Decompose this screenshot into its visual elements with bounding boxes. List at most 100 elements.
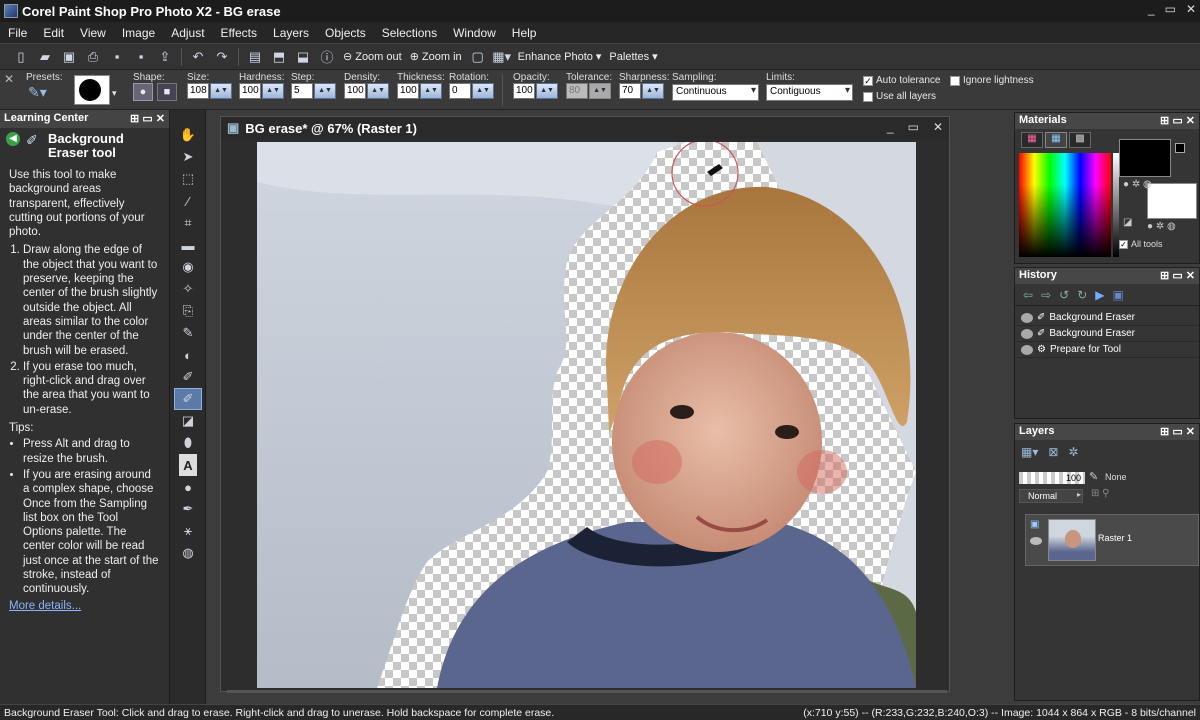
horizontal-scrollbar[interactable]: [227, 690, 947, 693]
redo-selected-icon[interactable]: ↻: [1077, 288, 1087, 302]
eye-icon[interactable]: [1021, 344, 1033, 355]
palettes-menu[interactable]: Palettes ▾: [605, 50, 661, 64]
history-item[interactable]: ✐ Background Eraser: [1015, 326, 1199, 342]
rotation-spinner[interactable]: ▲▼: [472, 83, 494, 99]
ignore-lightness-checkbox[interactable]: [950, 76, 960, 86]
background-color-swatch[interactable]: [1147, 183, 1197, 219]
import-icon[interactable]: ⬒: [268, 47, 290, 67]
layer-opacity-field[interactable]: 100: [1019, 472, 1085, 484]
texture-icons[interactable]: ● ✲ ◍: [1123, 179, 1152, 190]
eye-icon[interactable]: [1030, 537, 1042, 545]
sharpness-spinner[interactable]: ▲▼: [642, 83, 664, 99]
menu-adjust[interactable]: Adjust: [163, 26, 212, 40]
more-details-link[interactable]: More details...: [9, 600, 81, 612]
menu-file[interactable]: File: [0, 26, 35, 40]
tolerance-field[interactable]: 80: [566, 83, 588, 99]
step-field[interactable]: 5: [291, 83, 313, 99]
menu-selections[interactable]: Selections: [374, 26, 445, 40]
layer-row[interactable]: ▣ Raster 1: [1025, 514, 1199, 566]
use-all-layers-checkbox[interactable]: [863, 92, 873, 102]
paste-icon[interactable]: ▤: [244, 47, 266, 67]
zoom-out-button[interactable]: ⊖ Zoom out: [339, 50, 406, 64]
thickness-spinner[interactable]: ▲▼: [420, 83, 442, 99]
menu-edit[interactable]: Edit: [35, 26, 72, 40]
redo-history-icon[interactable]: ⇨: [1041, 288, 1051, 302]
frame-tab-icon[interactable]: ▦: [1021, 132, 1043, 148]
hardness-field[interactable]: 100: [239, 83, 261, 99]
rotation-field[interactable]: 0: [449, 83, 471, 99]
color-picker-spectrum[interactable]: [1019, 153, 1111, 257]
opacity-field[interactable]: 100: [513, 83, 535, 99]
tolerance-spinner[interactable]: ▲▼: [589, 83, 611, 99]
layer-properties-icon[interactable]: ✲: [1068, 445, 1078, 459]
size-spinner[interactable]: ▲▼: [210, 83, 232, 99]
close-button[interactable]: ✕: [1186, 2, 1196, 16]
menu-effects[interactable]: Effects: [213, 26, 265, 40]
rainbow-tab-icon[interactable]: ▦: [1045, 132, 1067, 148]
makeover-tool-icon[interactable]: ✧: [174, 278, 202, 300]
photo-canvas[interactable]: [257, 142, 916, 688]
doc-close-button[interactable]: ✕: [933, 120, 943, 134]
pen-tool-icon[interactable]: ✒: [174, 498, 202, 520]
enhance-photo-menu[interactable]: Enhance Photo ▾: [514, 50, 606, 64]
browse-icon[interactable]: ▣: [58, 47, 80, 67]
fit-window-icon[interactable]: ▢: [467, 47, 489, 67]
density-field[interactable]: 100: [344, 83, 366, 99]
restore-button[interactable]: ▭: [1165, 2, 1176, 16]
new-layer-icon[interactable]: ▦▾: [1021, 445, 1038, 459]
eye-icon[interactable]: [1021, 312, 1033, 323]
clear-history-icon[interactable]: ▣: [1112, 288, 1123, 302]
panel-controls[interactable]: ⊞ ▭ ✕: [1160, 425, 1195, 439]
menu-help[interactable]: Help: [504, 26, 545, 40]
undo-history-icon[interactable]: ⇦: [1023, 288, 1033, 302]
swap-colors-icon[interactable]: [1175, 143, 1185, 153]
dropper-tool-icon[interactable]: ⁄: [174, 190, 202, 212]
oil-brush-tool-icon[interactable]: ◍: [174, 542, 202, 564]
redo-icon[interactable]: ↷: [211, 47, 233, 67]
menu-window[interactable]: Window: [445, 26, 504, 40]
doc-minimize-button[interactable]: _: [887, 120, 894, 134]
lighten-tool-icon[interactable]: ◐: [174, 344, 202, 366]
hardness-spinner[interactable]: ▲▼: [262, 83, 284, 99]
panel-controls[interactable]: ⊞ ▭ ✕: [1160, 269, 1195, 283]
picture-tube-tool-icon[interactable]: ⬮: [174, 432, 202, 454]
eye-icon[interactable]: [1021, 328, 1033, 339]
panel-controls[interactable]: ⊞ ▭ ✕: [130, 112, 165, 126]
save-as-icon[interactable]: ▪: [130, 47, 152, 67]
crop-tool-icon[interactable]: ⌗: [174, 212, 202, 234]
save-icon[interactable]: ▪: [106, 47, 128, 67]
back-arrow-icon[interactable]: ◀: [6, 132, 20, 146]
text-tool-icon[interactable]: A: [179, 454, 197, 476]
smudge-tool-icon[interactable]: ✐: [174, 366, 202, 388]
auto-tolerance-checkbox[interactable]: ✓: [863, 76, 873, 86]
menu-image[interactable]: Image: [114, 26, 163, 40]
export-icon[interactable]: ⬓: [292, 47, 314, 67]
thickness-field[interactable]: 100: [397, 83, 419, 99]
minimize-button[interactable]: _: [1148, 2, 1155, 16]
clone-tool-icon[interactable]: ⎘: [174, 300, 202, 322]
layout-icon[interactable]: ▦▾: [491, 47, 513, 67]
null-material-icon[interactable]: ◪: [1123, 217, 1132, 228]
limits-select[interactable]: Contiguous: [766, 84, 853, 101]
background-eraser-tool-icon[interactable]: ✐: [174, 388, 202, 410]
pick-tool-icon[interactable]: ➤: [174, 146, 202, 168]
new-file-icon[interactable]: ▯: [10, 47, 32, 67]
preset-shape-tool-icon[interactable]: ●: [174, 476, 202, 498]
square-shape-button[interactable]: ■: [157, 83, 177, 101]
share-icon[interactable]: ⇪: [154, 47, 176, 67]
sharpness-field[interactable]: 70: [619, 83, 641, 99]
panel-controls[interactable]: ⊞ ▭ ✕: [1160, 114, 1195, 128]
selection-tool-icon[interactable]: ⬚: [174, 168, 202, 190]
undo-selected-icon[interactable]: ↺: [1059, 288, 1069, 302]
history-item[interactable]: ⚙ Prepare for Tool: [1015, 342, 1199, 358]
warp-brush-tool-icon[interactable]: ⚹: [174, 520, 202, 542]
zoom-in-button[interactable]: ⊕ Zoom in: [406, 50, 466, 64]
preset-brush-icon[interactable]: ✎▾: [28, 84, 58, 104]
all-tools-checkbox[interactable]: ✓: [1119, 240, 1128, 249]
brush-tip-preview[interactable]: [74, 75, 110, 105]
delete-layer-icon[interactable]: ⊠: [1048, 445, 1058, 459]
menu-layers[interactable]: Layers: [265, 26, 317, 40]
doc-maximize-button[interactable]: ▭: [908, 120, 919, 134]
round-shape-button[interactable]: ●: [133, 83, 153, 101]
foreground-color-swatch[interactable]: [1119, 139, 1171, 177]
